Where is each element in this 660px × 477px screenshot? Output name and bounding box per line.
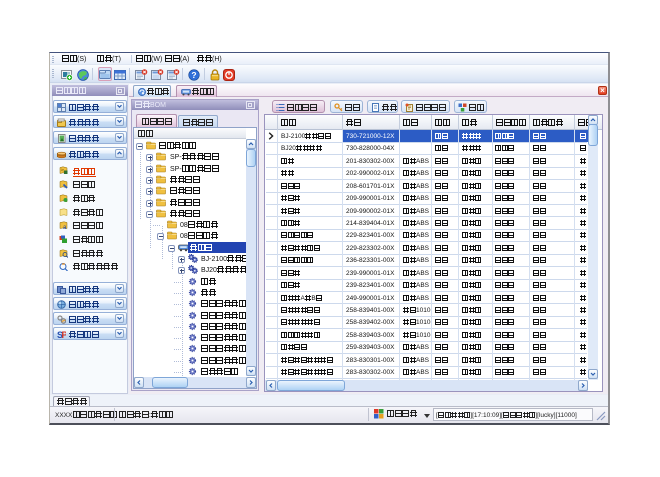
svg-text:?: ? [191, 70, 196, 80]
svg-text:P: P [62, 330, 67, 339]
